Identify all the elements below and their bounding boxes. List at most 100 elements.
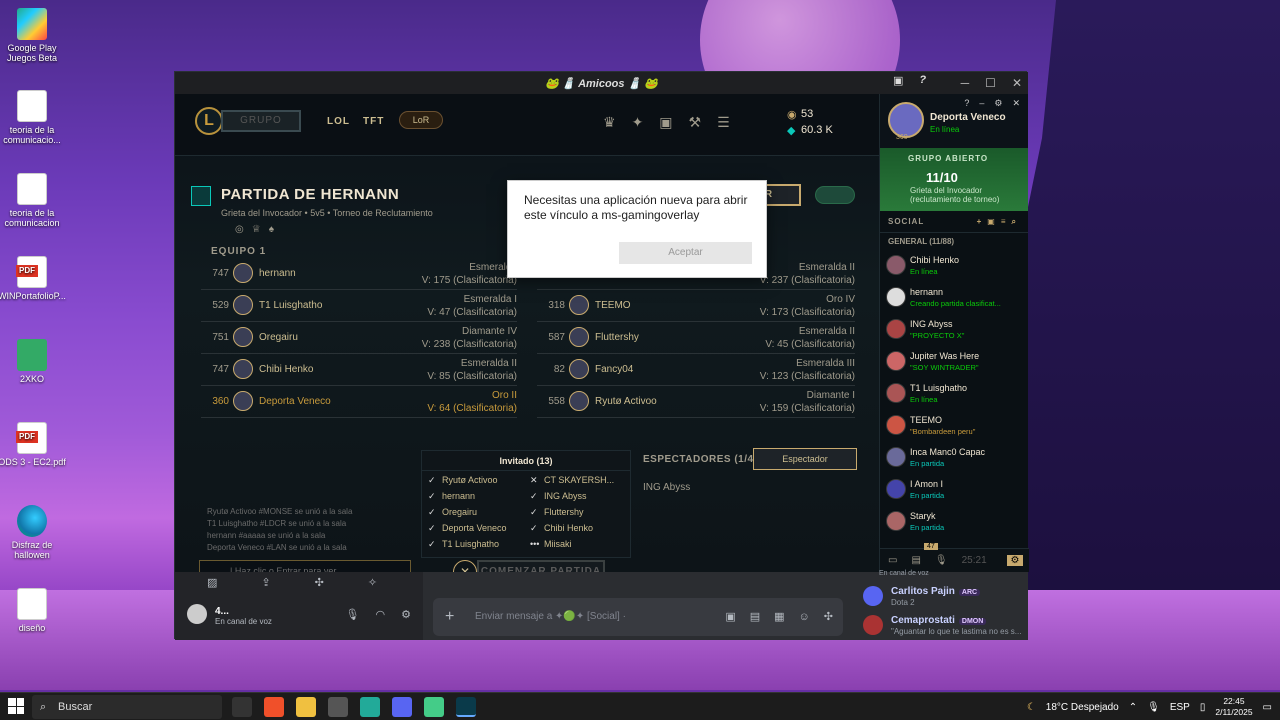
friend-item[interactable]: Chibi Henko En línea — [880, 251, 1028, 283]
friend-item[interactable]: TEEMO "Bombardeen peru" — [880, 411, 1028, 443]
sticker-icon[interactable]: ▦ — [774, 598, 784, 636]
avatar[interactable] — [187, 604, 207, 624]
clock[interactable]: 22:45 2/11/2025 — [1215, 696, 1252, 718]
desktop-icon-doc1[interactable]: teoria de la comunicacio... — [0, 90, 67, 145]
nav-tft[interactable]: TFT — [363, 116, 384, 127]
party-toggle[interactable] — [815, 186, 855, 204]
explorer-icon[interactable] — [296, 697, 316, 717]
friend-item[interactable]: Jupiter Was Here "SOY WINTRADER" — [880, 347, 1028, 379]
minimize-button[interactable]: ─ — [961, 76, 970, 90]
avatar[interactable] — [569, 295, 589, 315]
gift-icon[interactable]: ▣ — [725, 598, 735, 636]
avatar[interactable] — [233, 295, 253, 315]
avatar[interactable] — [233, 327, 253, 347]
avatar[interactable] — [233, 263, 253, 283]
store-icon[interactable]: ☰ — [717, 114, 730, 131]
start-button[interactable] — [8, 698, 24, 714]
lang[interactable]: ESP — [1170, 702, 1190, 713]
notification-icon[interactable]: ▭ — [1263, 702, 1272, 713]
chat-icon[interactable]: ▭ — [888, 555, 897, 566]
soundboard-icon[interactable]: ✧ — [368, 576, 377, 589]
mic-icon[interactable]: 🎙 — [1147, 702, 1160, 713]
desktop-icon-2xko[interactable]: 2XKO — [0, 339, 67, 384]
spectator-button[interactable]: Espectador — [753, 448, 857, 470]
maximize-button[interactable]: ☐ — [985, 76, 996, 90]
apps-icon[interactable]: ✣ — [824, 598, 833, 636]
avatar[interactable] — [233, 391, 253, 411]
desktop-icon-google-play[interactable]: Google Play Juegos Beta — [0, 8, 67, 63]
avatar[interactable] — [233, 359, 253, 379]
player-row[interactable]: 82 Fancy04 Esmeralda III V: 123 (Clasificat… — [537, 355, 855, 386]
player-row[interactable]: 751 Oregairu Diamante IV V: 238 (Clasificat… — [201, 323, 517, 354]
avatar[interactable] — [888, 102, 924, 138]
profile-header[interactable]: Deporta Veneco En línea 360 ? – ⚙ ✕ — [880, 94, 1028, 148]
gif-icon[interactable]: ▤ — [750, 598, 760, 636]
loot-icon[interactable]: ▣ — [659, 114, 672, 131]
grupo-button[interactable]: GRUPO — [221, 110, 301, 132]
gear-icon[interactable]: ⚙ — [401, 608, 411, 621]
friend-item[interactable]: I Amon I En partida — [880, 475, 1028, 507]
emoji-icon[interactable]: ☺ — [799, 598, 810, 636]
brave-icon[interactable] — [264, 697, 284, 717]
mic-icon[interactable]: 🎙 — [935, 555, 948, 566]
league-logo[interactable]: L — [195, 107, 223, 135]
gear-icon[interactable]: ⚙ — [994, 98, 1002, 109]
friend-item[interactable]: hernann Creando partida clasificat... — [880, 283, 1028, 315]
close-icon[interactable]: ✕ — [1012, 98, 1020, 109]
desktop-icon-doc2[interactable]: teoria de la comunicacion — [0, 173, 67, 228]
player-row[interactable]: 747 Chibi Henko Esmeralda II V: 85 (Clasifi… — [201, 355, 517, 386]
network-icon[interactable]: ▯ — [1200, 702, 1206, 713]
weather-text[interactable]: 18°C Despejado — [1046, 702, 1119, 713]
discord-user-status: En canal de voz — [215, 617, 272, 626]
friend-item[interactable]: T1 Luisghatho En línea — [880, 379, 1028, 411]
settings-icon[interactable]: ⚙ — [1007, 555, 1023, 566]
general-group[interactable]: GENERAL (11/88) — [880, 233, 1028, 251]
share-icon[interactable]: ⇪ — [261, 576, 270, 589]
collection-icon[interactable]: ✦ — [632, 114, 644, 131]
minimize-icon[interactable]: – — [979, 98, 984, 109]
desktop-icon-edge[interactable]: Disfraz de hallowen — [0, 505, 67, 560]
message-input[interactable]: + Enviar mensaje a ✦🟢✦ [Social] · ▣ ▤ ▦ ☺ ✣ — [433, 598, 843, 636]
activities-icon[interactable]: ✣ — [315, 576, 324, 589]
screen-icon[interactable]: ▨ — [207, 576, 217, 589]
app-icon-2[interactable] — [360, 697, 380, 717]
currency-panel[interactable]: ◉ 53 ◆ 60.3 K — [779, 104, 859, 144]
headphones-icon[interactable]: ◠ — [376, 608, 386, 621]
open-group[interactable]: GRUPO ABIERTO 11/10 Grieta del Invocador… — [880, 148, 1028, 211]
task-view-icon[interactable] — [232, 697, 252, 717]
chevron-up-icon[interactable]: ⌃ — [1129, 702, 1137, 713]
social-tools[interactable]: +▣≡⌕ — [977, 211, 1022, 233]
friend-item[interactable]: Staryk En partida — [880, 507, 1028, 539]
player-row[interactable]: 558 Ryutø Activoo Diamante I V: 159 (Clasif… — [537, 387, 855, 418]
help-icon[interactable]: ? — [919, 74, 926, 87]
desktop-icon-doc3[interactable]: diseño — [0, 588, 67, 633]
help-icon[interactable]: ? — [964, 98, 969, 109]
avatar[interactable] — [569, 359, 589, 379]
player-row[interactable]: 747 hernann Esmeralda V: 175 (Clasificatori… — [201, 259, 517, 290]
mic-icon[interactable]: 🎙 — [346, 608, 360, 621]
league-icon[interactable] — [456, 697, 476, 717]
player-row[interactable]: 360 Deporta Veneco Oro II V: 64 (Clasificat… — [201, 387, 517, 418]
chrome-icon[interactable] — [424, 697, 444, 717]
crafting-icon[interactable]: ⚒ — [689, 114, 702, 131]
profile-icon[interactable]: ♛ — [603, 114, 616, 131]
nav-lor[interactable]: LoR — [399, 111, 443, 129]
player-row[interactable]: 318 TEEMO Oro IV V: 173 (Clasificatoria) — [537, 291, 855, 322]
plus-icon[interactable]: + — [445, 598, 454, 636]
desktop-icon-pdf1[interactable]: WINPortafolioP... — [0, 256, 67, 301]
avatar[interactable] — [569, 327, 589, 347]
accept-button[interactable]: Aceptar — [619, 242, 752, 264]
player-row[interactable]: 587 Fluttershy Esmeralda II V: 45 (Clasific… — [537, 323, 855, 354]
desktop-icon-pdf2[interactable]: ODS 3 - EC2.pdf — [0, 422, 67, 467]
close-button[interactable]: ✕ — [1012, 76, 1022, 90]
app-icon[interactable] — [328, 697, 348, 717]
overlay-icon[interactable]: ▣ — [893, 74, 903, 87]
friend-item[interactable]: Inca Manc0 Capac En partida — [880, 443, 1028, 475]
friend-item[interactable]: ING Abyss "PROYECTO X" — [880, 315, 1028, 347]
avatar[interactable] — [569, 391, 589, 411]
discord-icon[interactable] — [392, 697, 412, 717]
notifications-icon[interactable]: ▤ — [911, 555, 920, 566]
search-box[interactable]: ⌕ Buscar — [32, 695, 222, 719]
player-row[interactable]: 529 T1 Luisghatho Esmeralda I V: 47 (Clasif… — [201, 291, 517, 322]
nav-lol[interactable]: LOL — [327, 116, 350, 127]
